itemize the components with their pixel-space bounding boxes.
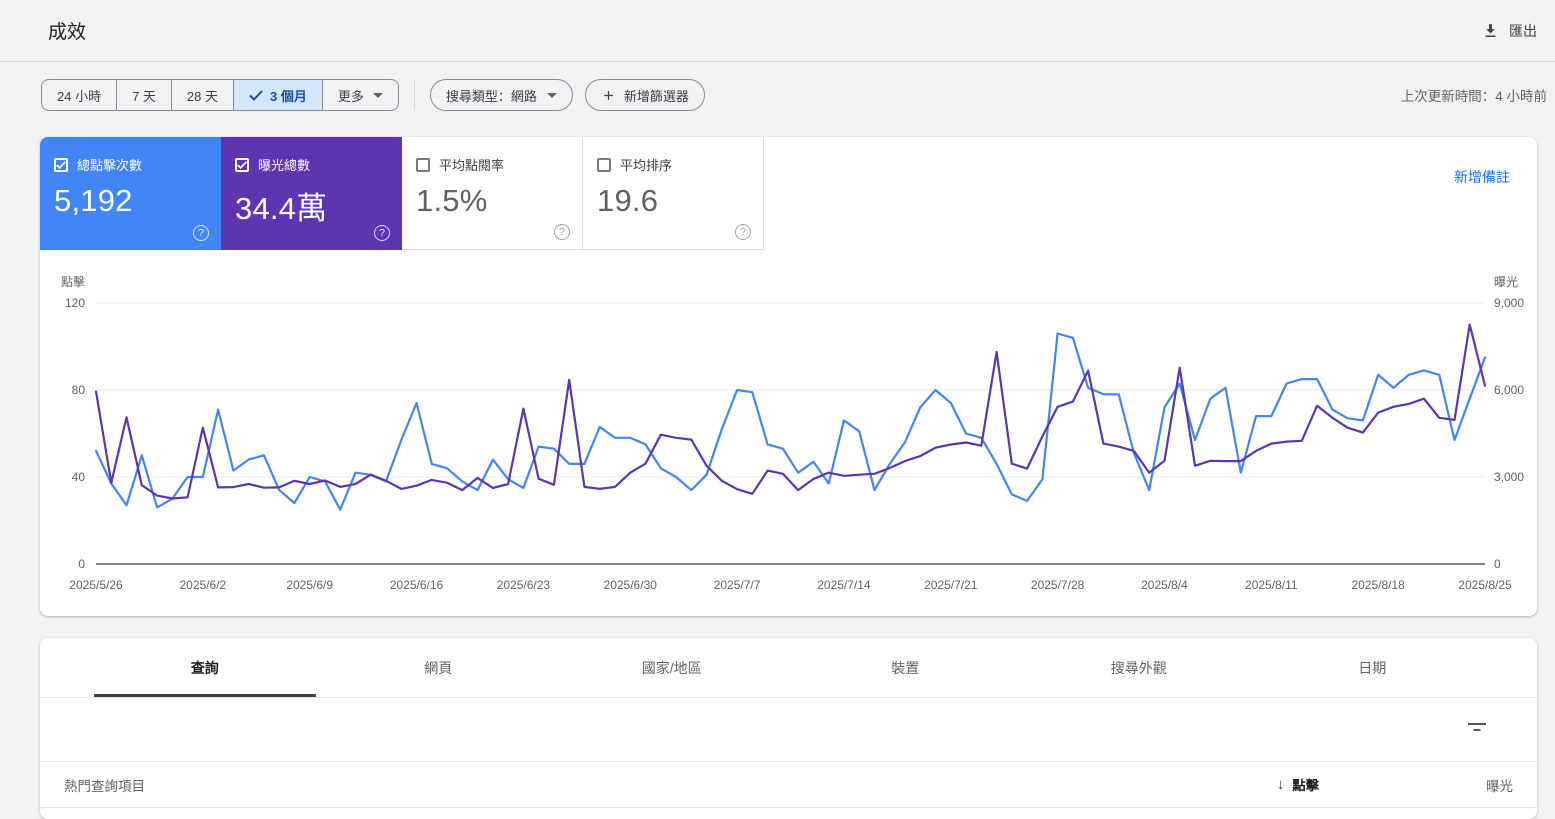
- sort-desc-icon: ↓: [1276, 776, 1285, 793]
- download-icon: [1485, 24, 1496, 38]
- top-bar: 成效 匯出: [0, 0, 1555, 62]
- metric-card-clicks[interactable]: 總點擊次數 5,192 ?: [40, 137, 221, 250]
- help-icon[interactable]: ?: [554, 224, 570, 240]
- svg-text:2025/8/4: 2025/8/4: [1141, 578, 1188, 592]
- performance-chart-card: 總點擊次數 5,192 ? 曝光總數 34.4萬 ? 平均點閱率 1.5% ? …: [40, 137, 1537, 616]
- metric-label: 平均排序: [620, 158, 673, 173]
- svg-text:2025/6/23: 2025/6/23: [497, 578, 551, 592]
- metric-card-position[interactable]: 平均排序 19.6 ?: [583, 137, 764, 250]
- help-icon[interactable]: ?: [374, 225, 390, 241]
- svg-text:2025/6/9: 2025/6/9: [286, 578, 333, 592]
- svg-text:2025/8/18: 2025/8/18: [1351, 578, 1405, 592]
- tab-devices[interactable]: 裝置: [789, 638, 1023, 697]
- metric-value: 19.6: [597, 183, 659, 218]
- svg-text:9,000: 9,000: [1494, 296, 1524, 310]
- table-filter-row: [40, 698, 1537, 762]
- date-range-more[interactable]: 更多: [321, 80, 398, 110]
- column-header-queries: 熱門查詢項目: [64, 778, 145, 794]
- metric-value: 34.4萬: [235, 191, 328, 226]
- tab-queries[interactable]: 查詢: [88, 638, 322, 697]
- svg-text:2025/8/11: 2025/8/11: [1245, 578, 1298, 592]
- ctr-checkbox[interactable]: [416, 157, 430, 172]
- svg-text:6,000: 6,000: [1494, 383, 1524, 397]
- metric-label: 平均點閱率: [439, 158, 505, 173]
- filter-table-button[interactable]: [1462, 716, 1492, 743]
- position-checkbox[interactable]: [597, 157, 611, 172]
- svg-text:2025/6/30: 2025/6/30: [604, 578, 658, 592]
- impressions-checkbox[interactable]: [235, 157, 249, 172]
- tab-dates[interactable]: 日期: [1256, 638, 1490, 697]
- svg-text:2025/7/28: 2025/7/28: [1031, 578, 1085, 592]
- chevron-down-icon: [372, 92, 383, 98]
- clicks-checkbox[interactable]: [54, 157, 68, 172]
- date-range-24h[interactable]: 24 小時: [42, 80, 116, 110]
- svg-text:點擊: 點擊: [61, 274, 85, 289]
- page-title: 成效: [48, 22, 87, 43]
- plus-icon: [604, 90, 613, 100]
- svg-text:2025/6/2: 2025/6/2: [179, 578, 226, 592]
- metric-cards-row: 總點擊次數 5,192 ? 曝光總數 34.4萬 ? 平均點閱率 1.5% ? …: [40, 137, 1537, 250]
- export-label: 匯出: [1509, 22, 1537, 39]
- add-note-link[interactable]: 新增備註: [1454, 167, 1510, 187]
- svg-text:2025/7/14: 2025/7/14: [817, 578, 871, 592]
- date-range-28d[interactable]: 28 天: [170, 80, 233, 110]
- svg-text:3,000: 3,000: [1494, 470, 1524, 484]
- toolbar-divider: [413, 80, 415, 110]
- svg-text:40: 40: [72, 470, 86, 484]
- tab-countries[interactable]: 國家/地區: [555, 638, 789, 697]
- add-filter-button[interactable]: 新增篩選器: [584, 79, 705, 111]
- svg-text:0: 0: [78, 557, 85, 571]
- svg-text:80: 80: [72, 383, 86, 397]
- chevron-down-icon: [546, 92, 557, 98]
- svg-text:曝光: 曝光: [1494, 275, 1518, 289]
- help-icon[interactable]: ?: [735, 224, 751, 240]
- column-header-clicks[interactable]: ↓ 點擊: [1193, 771, 1403, 798]
- dimension-tabs: 查詢 網頁 國家/地區 裝置 搜尋外觀 日期: [40, 638, 1537, 698]
- date-range-control: 24 小時 7 天 28 天 3 個月 更多: [41, 79, 399, 111]
- svg-text:2025/5/26: 2025/5/26: [69, 578, 123, 592]
- svg-text:2025/7/7: 2025/7/7: [714, 578, 761, 592]
- tab-pages[interactable]: 網頁: [322, 638, 556, 697]
- line-chart[interactable]: 0 0 40 3,000 80 6,000 120 9,000 點擊 曝光 2025/5/26 202…: [40, 273, 1537, 603]
- check-icon: [249, 89, 263, 101]
- export-button[interactable]: 匯出: [1482, 21, 1537, 41]
- metric-card-ctr[interactable]: 平均點閱率 1.5% ?: [402, 137, 583, 250]
- metric-value: 5,192: [54, 183, 133, 218]
- tab-search-appearance[interactable]: 搜尋外觀: [1022, 638, 1256, 697]
- filter-list-icon: [1468, 723, 1486, 731]
- svg-text:0: 0: [1494, 557, 1501, 571]
- metric-label: 總點擊次數: [77, 158, 143, 173]
- svg-text:2025/7/21: 2025/7/21: [924, 578, 978, 592]
- search-type-filter[interactable]: 搜尋類型：網路: [429, 79, 573, 111]
- column-header-impressions: 曝光: [1486, 778, 1513, 794]
- dimensions-table-card: 查詢 網頁 國家/地區 裝置 搜尋外觀 日期 熱門查詢項目 ↓ 點擊 曝光: [40, 638, 1537, 819]
- svg-text:2025/8/25: 2025/8/25: [1458, 578, 1512, 592]
- metric-label: 曝光總數: [258, 158, 311, 173]
- metric-card-impressions[interactable]: 曝光總數 34.4萬 ?: [221, 137, 402, 250]
- date-range-7d[interactable]: 7 天: [116, 80, 171, 110]
- last-updated-text: 上次更新時間：4 小時前: [1400, 89, 1547, 104]
- svg-text:120: 120: [65, 296, 85, 310]
- clicks-impressions-chart[interactable]: 0 0 40 3,000 80 6,000 120 9,000 點擊 曝光 2025/5/26 202…: [40, 273, 1537, 603]
- help-icon[interactable]: ?: [193, 225, 209, 241]
- table-header-row: 熱門查詢項目 ↓ 點擊 曝光: [40, 762, 1537, 808]
- filter-toolbar: 24 小時 7 天 28 天 3 個月 更多 搜尋類型：網路 新增篩選器 上次更…: [0, 62, 1555, 128]
- date-range-3m[interactable]: 3 個月: [233, 80, 322, 110]
- metric-value: 1.5%: [416, 183, 488, 218]
- svg-text:2025/6/16: 2025/6/16: [390, 578, 444, 592]
